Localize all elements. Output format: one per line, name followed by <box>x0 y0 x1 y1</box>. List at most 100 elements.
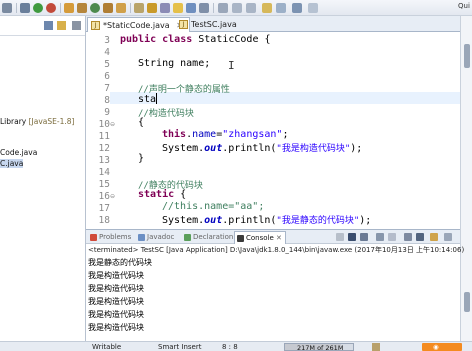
toolbar-separator <box>16 3 17 13</box>
show-whitespace-icon[interactable] <box>186 3 196 13</box>
console-output-line: 我是构造代码块 <box>88 271 144 280</box>
scroll-lock-icon[interactable] <box>388 233 396 241</box>
pencil-icon[interactable] <box>147 3 157 13</box>
toolbar-separator <box>60 3 61 13</box>
annotation-icon[interactable] <box>218 3 228 13</box>
code-line-3[interactable]: public class StaticCode { <box>120 34 271 45</box>
view-menu-icon[interactable] <box>72 21 81 30</box>
console-output-line: 我是构造代码块 <box>88 310 144 319</box>
open-task-icon[interactable] <box>134 3 144 13</box>
tree-item-testsc-java[interactable]: C.java <box>0 159 24 168</box>
run-icon[interactable] <box>33 3 43 13</box>
code-line-9[interactable]: //构造代码块 <box>138 106 194 119</box>
heap-status[interactable]: 217M of 261M <box>284 343 354 351</box>
code-line-17[interactable]: //this.name="aa"; <box>162 201 264 212</box>
tree-item-staticcode-java[interactable]: Code.java <box>0 148 37 157</box>
fold-toggle-icon[interactable]: ⊖ <box>110 121 115 128</box>
forward-arrow-icon[interactable] <box>308 3 318 13</box>
display-console-icon[interactable] <box>416 233 424 241</box>
status-cursor-position: 8 : 8 <box>222 343 238 351</box>
string-literal: "我是构造代码块" <box>276 144 351 154</box>
garbage-collect-icon[interactable] <box>372 343 380 351</box>
collapse-all-icon[interactable] <box>44 21 53 30</box>
link-with-editor-icon[interactable] <box>57 21 66 30</box>
editor-tab-bar: J *StaticCode.java ✕ J TestSC.java <box>86 16 460 32</box>
code-text: .println( <box>222 143 277 154</box>
back-icon[interactable] <box>262 3 272 13</box>
tab-staticcode-java[interactable]: J *StaticCode.java ✕ <box>87 17 190 32</box>
tree-item-jre-library[interactable]: Library [JavaSE-1.8] <box>0 117 74 126</box>
console-output-line: 我是构造代码块 <box>88 323 144 332</box>
console-output-line: 我是构造代码块 <box>88 297 144 306</box>
code-line-12[interactable]: System.out.println("我是构造代码块"); <box>162 141 362 154</box>
line-number: 12 <box>98 143 110 154</box>
tab-label: Declaration <box>193 233 234 241</box>
word-wrap-icon[interactable] <box>199 3 209 13</box>
tree-item-label: C.java <box>0 159 24 168</box>
remove-all-icon[interactable] <box>360 233 368 241</box>
debug-icon[interactable] <box>20 3 30 13</box>
heap-usage-text: 217M of 261M <box>297 344 344 351</box>
tab-testsc-java[interactable]: J TestSC.java <box>176 17 243 32</box>
line-number: 4 <box>104 47 110 58</box>
line-number: 7 <box>104 83 110 94</box>
code-line-11[interactable]: this.name="zhangsan"; <box>162 129 289 140</box>
tab-javadoc[interactable]: Javadoc <box>136 231 177 244</box>
open-type-icon[interactable] <box>103 3 113 13</box>
new-class-icon[interactable] <box>90 3 100 13</box>
code-line-18[interactable]: System.out.println("我是静态的代码块"); <box>162 213 371 226</box>
code-line-16[interactable]: static { <box>138 189 186 200</box>
console-process-label: <terminated> TestSC [Java Application] D… <box>88 246 465 254</box>
mouse-ibeam-cursor: I <box>228 59 235 72</box>
new-java-project-icon[interactable] <box>64 3 74 13</box>
line-number: 10 <box>98 119 110 130</box>
terminate-icon[interactable] <box>336 233 344 241</box>
new-package-icon[interactable] <box>77 3 87 13</box>
line-number: 18 <box>98 215 110 226</box>
field-name: name <box>192 129 217 140</box>
quick-access-field[interactable]: Qui <box>458 2 470 14</box>
scrollbar-thumb[interactable] <box>464 44 470 68</box>
pin-console-icon[interactable] <box>404 233 412 241</box>
status-insert-mode: Smart Insert <box>158 343 202 351</box>
open-console-icon[interactable] <box>430 233 438 241</box>
code-line-10[interactable]: { <box>138 117 144 128</box>
tab-console[interactable]: Console ✕ <box>234 231 286 244</box>
tab-label: *StaticCode.java <box>103 21 170 30</box>
tab-problems[interactable]: Problems <box>88 231 134 244</box>
editor-vertical-scrollbar[interactable] <box>460 16 472 341</box>
tab-label: Problems <box>99 233 132 241</box>
scrollbar-thumb[interactable] <box>464 292 470 312</box>
brand-logo: ◉ <box>422 343 462 351</box>
tab-label: TestSC.java <box>191 20 237 29</box>
code-line-13[interactable]: } <box>138 153 144 164</box>
code-line-5[interactable]: String name; <box>138 58 210 69</box>
fold-toggle-icon[interactable]: ⊖ <box>110 193 115 200</box>
string-literal: "我是静态的代码块" <box>276 216 360 226</box>
line-number: 8 <box>104 95 110 106</box>
back-arrow-icon[interactable] <box>292 3 302 13</box>
clear-console-icon[interactable] <box>376 233 384 241</box>
code-line-8[interactable]: sta <box>138 93 158 105</box>
toolbar-separator <box>130 3 131 13</box>
remove-launch-icon[interactable] <box>348 233 356 241</box>
previous-annotation-icon[interactable] <box>246 3 256 13</box>
toggle-block-selection-icon[interactable] <box>173 3 183 13</box>
close-icon[interactable]: ✕ <box>276 234 282 242</box>
status-bar: Writable Smart Insert 8 : 8 217M of 261M… <box>0 341 472 351</box>
package-explorer-header <box>0 16 85 36</box>
search-icon[interactable] <box>116 3 126 13</box>
external-tools-icon[interactable] <box>46 3 56 13</box>
tree-item-label: Library <box>0 117 27 126</box>
toggle-mark-occurrences-icon[interactable] <box>160 3 170 13</box>
tab-declaration[interactable]: Declaration <box>182 231 236 244</box>
forward-icon[interactable] <box>276 3 286 13</box>
minimize-icon[interactable] <box>444 233 452 241</box>
javadoc-icon <box>138 234 145 241</box>
code-editor: J *StaticCode.java ✕ J TestSC.java 3 4 5… <box>86 16 460 228</box>
java-file-icon: J <box>179 20 188 29</box>
keyword: this <box>162 129 187 140</box>
line-number: 3 <box>104 35 110 46</box>
toolbar-icon[interactable] <box>2 3 12 13</box>
next-annotation-icon[interactable] <box>232 3 242 13</box>
